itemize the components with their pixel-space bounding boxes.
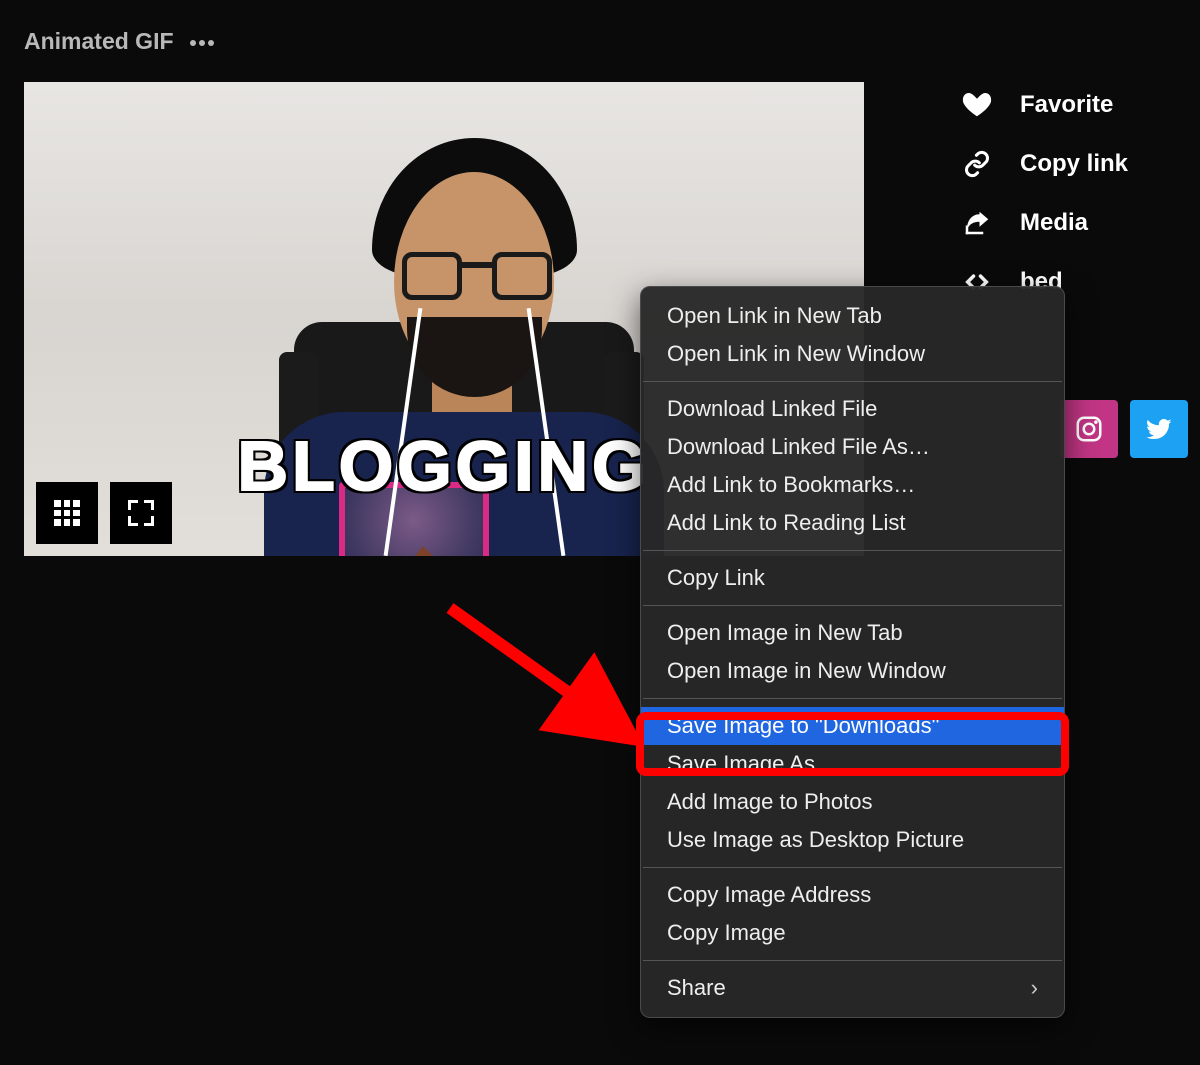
ctx-open-image-new-window[interactable]: Open Image in New Window [641, 652, 1064, 690]
gif-controls [36, 482, 172, 544]
copy-link-action[interactable]: Copy link [960, 150, 1128, 178]
ctx-copy-image[interactable]: Copy Image [641, 914, 1064, 952]
copy-link-label: Copy link [1020, 150, 1128, 178]
share-arrow-icon [960, 208, 994, 238]
ctx-copy-image-address[interactable]: Copy Image Address [641, 876, 1064, 914]
link-icon [960, 150, 994, 178]
ctx-separator [643, 867, 1062, 868]
ctx-save-image-as[interactable]: Save Image As… [641, 745, 1064, 783]
ctx-separator [643, 381, 1062, 382]
ctx-copy-link[interactable]: Copy Link [641, 559, 1064, 597]
ctx-share[interactable]: Share › [641, 969, 1064, 1007]
ctx-add-link-bookmarks[interactable]: Add Link to Bookmarks… [641, 466, 1064, 504]
ctx-add-image-photos[interactable]: Add Image to Photos [641, 783, 1064, 821]
annotation-arrow [430, 588, 660, 758]
grid-view-button[interactable] [36, 482, 98, 544]
social-buttons [1060, 400, 1188, 458]
heart-icon [960, 90, 994, 120]
favorite-action[interactable]: Favorite [960, 90, 1128, 120]
ctx-use-image-desktop[interactable]: Use Image as Desktop Picture [641, 821, 1064, 859]
ctx-download-linked-file[interactable]: Download Linked File [641, 390, 1064, 428]
media-action[interactable]: Media [960, 208, 1128, 238]
ctx-separator [643, 960, 1062, 961]
fullscreen-button[interactable] [110, 482, 172, 544]
ctx-separator [643, 698, 1062, 699]
page-header: Animated GIF [24, 28, 214, 55]
instagram-button[interactable] [1060, 400, 1118, 458]
chevron-right-icon: › [1031, 975, 1038, 1001]
page-title: Animated GIF [24, 28, 174, 55]
twitter-icon [1144, 414, 1174, 444]
ctx-separator [643, 550, 1062, 551]
ctx-open-link-new-tab[interactable]: Open Link in New Tab [641, 297, 1064, 335]
more-icon[interactable] [190, 38, 214, 46]
expand-icon [128, 500, 154, 526]
favorite-label: Favorite [1020, 91, 1113, 119]
ctx-open-image-new-tab[interactable]: Open Image in New Tab [641, 614, 1064, 652]
ctx-download-linked-file-as[interactable]: Download Linked File As… [641, 428, 1064, 466]
context-menu: Open Link in New Tab Open Link in New Wi… [640, 286, 1065, 1018]
media-label: Media [1020, 209, 1088, 237]
ctx-open-link-new-window[interactable]: Open Link in New Window [641, 335, 1064, 373]
ctx-save-image-downloads[interactable]: Save Image to "Downloads" [641, 707, 1064, 745]
grid-icon [54, 500, 80, 526]
action-panel: Favorite Copy link Media bed [960, 90, 1128, 296]
twitter-button[interactable] [1130, 400, 1188, 458]
ctx-separator [643, 605, 1062, 606]
ctx-add-link-reading-list[interactable]: Add Link to Reading List [641, 504, 1064, 542]
instagram-icon [1074, 414, 1104, 444]
